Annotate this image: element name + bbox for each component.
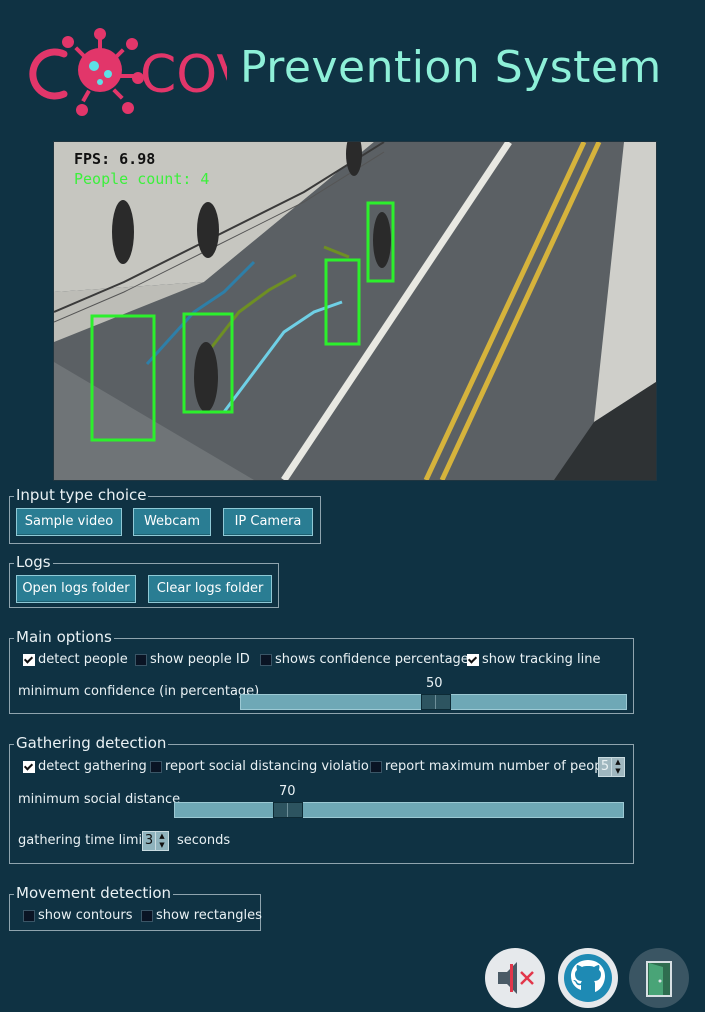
exit-door-icon [646, 961, 672, 997]
detect-people-label: detect people [38, 652, 128, 667]
people-count-overlay: People count: 4 [74, 170, 209, 188]
show-people-id-box[interactable] [135, 653, 147, 666]
input-type-group: Input type choice Sample video Webcam IP… [9, 486, 321, 544]
report-max-label: report maximum number of people: [385, 759, 619, 774]
detect-people-box[interactable] [23, 653, 35, 666]
show-people-id-label: show people ID [150, 652, 250, 667]
max-people-value[interactable]: 5 [599, 758, 611, 776]
min-distance-slider-thumb[interactable] [273, 802, 303, 818]
show-tracking-box[interactable] [467, 653, 479, 666]
show-rectangles-box[interactable] [141, 909, 153, 922]
show-confidence-checkbox[interactable]: shows confidence percentage [260, 652, 469, 667]
detect-gathering-checkbox[interactable]: detect gathering [23, 759, 147, 774]
min-confidence-slider[interactable] [240, 694, 627, 710]
detect-gathering-label: detect gathering [38, 759, 147, 774]
report-violation-label: report social distancing violation [165, 759, 378, 774]
gathering-group: Gathering detection detect gathering rep… [9, 734, 634, 864]
mute-icon [498, 962, 534, 994]
show-rectangles-label: show rectangles [156, 908, 262, 923]
main-options-legend: Main options [14, 628, 114, 646]
mute-button[interactable] [485, 948, 545, 1008]
show-contours-box[interactable] [23, 909, 35, 922]
movement-legend: Movement detection [14, 884, 174, 902]
logo-text: COVID [140, 45, 227, 105]
main-options-group: Main options detect people show people I… [9, 628, 634, 714]
clear-logs-button[interactable]: Clear logs folder [148, 575, 272, 603]
show-tracking-checkbox[interactable]: show tracking line [467, 652, 601, 667]
min-confidence-label: minimum confidence (in percentage) [18, 684, 260, 699]
show-contours-label: show contours [38, 908, 133, 923]
input-type-legend: Input type choice [14, 486, 149, 504]
max-people-down-icon[interactable]: ▼ [612, 767, 624, 776]
exit-button[interactable] [629, 948, 689, 1008]
time-limit-label: gathering time limit: [18, 833, 152, 848]
max-people-spinbox[interactable]: 5 ▲ ▼ [598, 757, 625, 777]
logs-group: Logs Open logs folder Clear logs folder [9, 553, 279, 608]
detect-people-checkbox[interactable]: detect people [23, 652, 128, 667]
sample-video-button[interactable]: Sample video [16, 508, 122, 536]
show-people-id-checkbox[interactable]: show people ID [135, 652, 250, 667]
time-limit-unit: seconds [177, 833, 231, 848]
min-confidence-slider-thumb[interactable] [421, 694, 451, 710]
covid-logo: COVID [29, 28, 227, 116]
webcam-button[interactable]: Webcam [133, 508, 211, 536]
logs-legend: Logs [14, 553, 53, 571]
show-rectangles-checkbox[interactable]: show rectangles [141, 908, 262, 923]
min-confidence-value: 50 [426, 676, 443, 691]
github-icon [564, 954, 612, 1002]
gathering-legend: Gathering detection [14, 734, 169, 752]
ip-camera-button[interactable]: IP Camera [223, 508, 313, 536]
show-contours-checkbox[interactable]: show contours [23, 908, 132, 923]
report-violation-checkbox[interactable]: report social distancing violation [150, 759, 377, 774]
report-max-box[interactable] [370, 760, 382, 773]
video-feed: FPS: 6.98 People count: 4 [53, 141, 657, 481]
app-title: Prevention System [240, 42, 662, 93]
show-confidence-label: shows confidence percentage [275, 652, 469, 667]
movement-group: Movement detection show contours show re… [9, 884, 262, 931]
time-limit-up-icon[interactable]: ▲ [156, 832, 168, 841]
show-confidence-box[interactable] [260, 653, 272, 666]
fps-overlay: FPS: 6.98 [74, 150, 155, 168]
report-violation-box[interactable] [150, 760, 162, 773]
show-tracking-label: show tracking line [482, 652, 601, 667]
min-distance-label: minimum social distance [18, 792, 181, 807]
report-max-checkbox[interactable]: report maximum number of people: [370, 759, 618, 774]
min-distance-value: 70 [279, 784, 296, 799]
github-button[interactable] [558, 948, 618, 1008]
time-limit-spinbox[interactable]: 3 ▲ ▼ [142, 831, 169, 851]
open-logs-button[interactable]: Open logs folder [16, 575, 136, 603]
min-distance-slider[interactable] [174, 802, 624, 818]
time-limit-down-icon[interactable]: ▼ [156, 841, 168, 850]
detect-gathering-box[interactable] [23, 760, 35, 773]
time-limit-value[interactable]: 3 [143, 832, 155, 850]
max-people-up-icon[interactable]: ▲ [612, 758, 624, 767]
